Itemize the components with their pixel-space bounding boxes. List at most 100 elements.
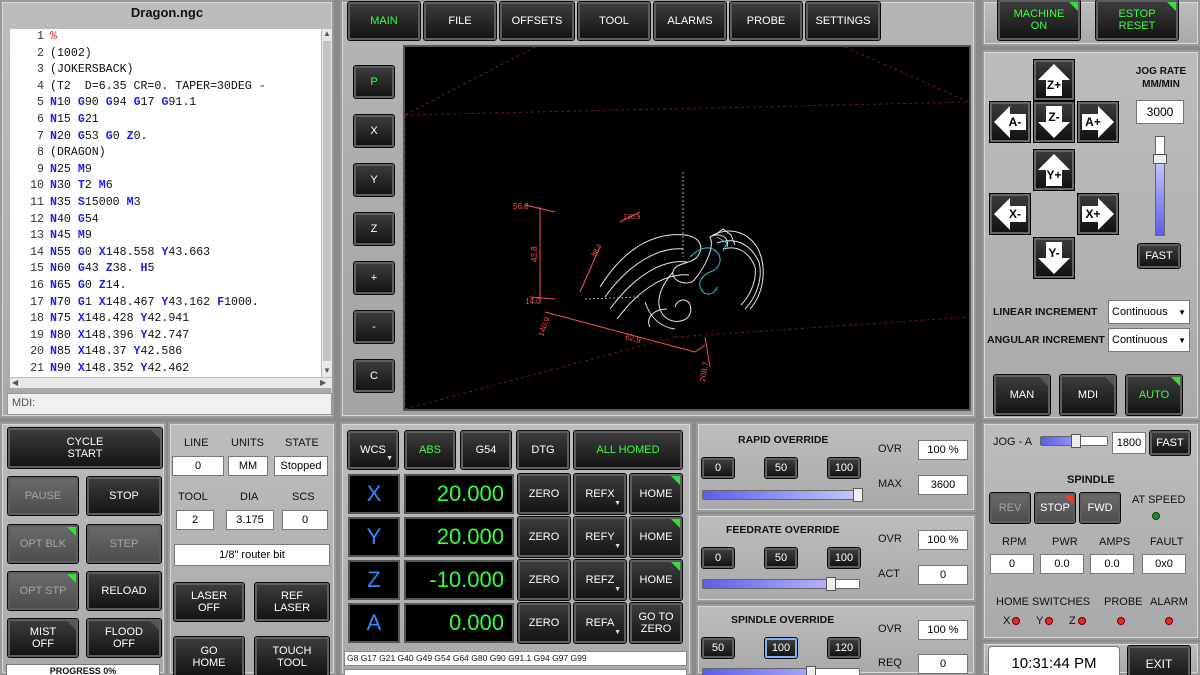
stop-button[interactable]: STOP	[86, 476, 162, 516]
mist-off-button[interactable]: MIST OFF	[7, 618, 79, 658]
opt-stp-button[interactable]: OPT STP	[7, 571, 79, 611]
exit-button[interactable]: EXIT	[1127, 645, 1191, 675]
machine-on-button[interactable]: MACHINE ON	[997, 0, 1081, 41]
jog-speed-knob[interactable]	[1153, 153, 1167, 164]
rapid-0-button[interactable]: 0	[701, 457, 735, 479]
home-y-button[interactable]: HOME	[629, 516, 683, 558]
ref-z-button[interactable]: REFZ ▼	[573, 559, 627, 601]
zero-y-button[interactable]: ZERO	[517, 516, 571, 558]
feed-0-button[interactable]: 0	[701, 547, 735, 569]
gcode-line[interactable]: 17 N70 G1 X148.467 Y43.162 F1000.	[10, 295, 321, 312]
slider-knob[interactable]	[826, 577, 837, 591]
gcode-line[interactable]: 12 N40 G54	[10, 212, 321, 229]
feed-50-button[interactable]: 50	[764, 547, 798, 569]
slider-knob[interactable]	[853, 488, 863, 502]
rapid-50-button[interactable]: 50	[764, 457, 798, 479]
gcode-line[interactable]: 16 N65 G0 Z14.	[10, 278, 321, 295]
gcode-line[interactable]: 14 N55 G0 X148.558 Y43.663	[10, 245, 321, 262]
scroll-right-icon[interactable]: ▶	[320, 378, 326, 387]
zero-a-button[interactable]: ZERO	[517, 602, 571, 644]
abs-button[interactable]: ABS	[404, 430, 456, 470]
tab-offsets[interactable]: OFFSETS	[499, 1, 575, 41]
cycle-start-button[interactable]: CYCLE START	[7, 427, 163, 469]
gcode-line[interactable]: 8 (DRAGON)	[10, 145, 321, 162]
spindle-rev-button[interactable]: REV	[989, 492, 1031, 524]
feedrate-override-slider[interactable]	[702, 577, 860, 591]
gcode-line[interactable]: 2 (1002)	[10, 46, 321, 63]
pause-button[interactable]: PAUSE	[7, 476, 79, 516]
tab-tool[interactable]: TOOL	[577, 1, 651, 41]
spindle-stop-button[interactable]: STOP	[1034, 492, 1076, 524]
go-to-zero-a-button[interactable]: GO TO ZERO	[629, 602, 683, 644]
gcode-line[interactable]: 13 N45 M9	[10, 228, 321, 245]
spindle-override-slider[interactable]	[702, 666, 860, 675]
g54-button[interactable]: G54	[460, 430, 512, 470]
gcode-line[interactable]: 1%	[10, 29, 321, 46]
gcode-line[interactable]: 10 N30 T2 M6	[10, 178, 321, 195]
home-z-button[interactable]: HOME	[629, 559, 683, 601]
z-minus-button[interactable]: Z-	[1033, 101, 1075, 143]
spindle-fwd-button[interactable]: FWD	[1079, 492, 1121, 524]
laser-off-button[interactable]: LASER OFF	[173, 582, 245, 622]
ref-x-button[interactable]: REFX ▼	[573, 473, 627, 515]
ref-laser-button[interactable]: REF LASER	[254, 582, 330, 622]
gcode-line[interactable]: 4 (T2 D=6.35 CR=0. TAPER=30DEG -	[10, 79, 321, 96]
feed-100-button[interactable]: 100	[827, 547, 861, 569]
gcode-line[interactable]: 9 N25 M9	[10, 162, 321, 179]
all-homed-button[interactable]: ALL HOMED	[573, 430, 683, 470]
rapid-override-slider[interactable]	[702, 488, 863, 502]
mode-mdi-button[interactable]: MDI	[1059, 374, 1117, 416]
zoom-out-button[interactable]: -	[353, 310, 395, 344]
gcode-line[interactable]: 18 N75 X148.428 Y42.941	[10, 311, 321, 328]
flood-off-button[interactable]: FLOOD OFF	[86, 618, 162, 658]
slider-knob[interactable]	[806, 666, 817, 675]
mode-man-button[interactable]: MAN	[993, 374, 1051, 416]
angular-increment-select[interactable]: Continuous ▼	[1108, 328, 1190, 352]
jog-rate-input[interactable]: 3000	[1136, 100, 1184, 124]
gcode-line[interactable]: 21 N90 X148.352 Y42.462	[10, 361, 321, 377]
jog-a-value[interactable]: 1800	[1112, 432, 1146, 454]
linear-increment-select[interactable]: Continuous ▼	[1108, 300, 1190, 324]
hscrollbar[interactable]: ◀ ▶	[10, 377, 332, 388]
view-z-button[interactable]: Z	[353, 212, 395, 246]
touch-tool-button[interactable]: TOUCH TOOL	[254, 636, 330, 675]
tab-main[interactable]: MAIN	[347, 1, 421, 41]
view-x-button[interactable]: X	[353, 114, 395, 148]
slider-knob[interactable]	[1071, 434, 1082, 448]
home-x-button[interactable]: HOME	[629, 473, 683, 515]
view-y-button[interactable]: Y	[353, 163, 395, 197]
scroll-thumb[interactable]	[323, 41, 331, 361]
jog-a-fast-button[interactable]: FAST	[1149, 430, 1191, 456]
mode-auto-button[interactable]: AUTO	[1125, 374, 1183, 416]
rapid-100-button[interactable]: 100	[827, 457, 861, 479]
scroll-up-icon[interactable]: ▲	[323, 29, 331, 38]
opt-blk-button[interactable]: OPT BLK	[7, 524, 79, 564]
clear-button[interactable]: C	[353, 359, 395, 393]
go-home-button[interactable]: GO HOME	[173, 636, 245, 675]
step-button[interactable]: STEP	[86, 524, 162, 564]
spindle-50-button[interactable]: 50	[701, 637, 735, 659]
gcode-line[interactable]: 20 N85 X148.37 Y42.586	[10, 344, 321, 361]
toolpath-preview[interactable]: 56.8 42.8 14.0 140.9 62.9 208.7 130.9 88…	[403, 45, 971, 411]
x-minus-button[interactable]: X-	[989, 193, 1031, 235]
a-minus-button[interactable]: A-	[989, 101, 1031, 143]
y-plus-button[interactable]: Y+	[1033, 149, 1075, 191]
jog-fast-button[interactable]: FAST	[1137, 243, 1181, 269]
ref-a-button[interactable]: REFA ▼	[573, 602, 627, 644]
scroll-down-icon[interactable]: ▼	[323, 366, 331, 375]
gcode-line[interactable]: 19 N80 X148.396 Y42.747	[10, 328, 321, 345]
gcode-line[interactable]: 5 N10 G90 G94 G17 G91.1	[10, 95, 321, 112]
zoom-in-button[interactable]: +	[353, 261, 395, 295]
dtg-button[interactable]: DTG	[516, 430, 570, 470]
tab-alarms[interactable]: ALARMS	[653, 1, 727, 41]
tab-settings[interactable]: SETTINGS	[805, 1, 881, 41]
scroll-left-icon[interactable]: ◀	[12, 378, 18, 387]
zero-x-button[interactable]: ZERO	[517, 473, 571, 515]
mdi-field[interactable]: MDI:	[7, 393, 332, 415]
gcode-line[interactable]: 11 N35 S15000 M3	[10, 195, 321, 212]
gcode-line[interactable]: 7 N20 G53 G0 Z0.	[10, 129, 321, 146]
gcode-listing[interactable]: 1% 2 (1002) 3 (JOKERSBACK) 4 (T2 D=6.35 CR=0. …	[10, 29, 321, 377]
spindle-100-button[interactable]: 100	[764, 637, 798, 659]
gcode-line[interactable]: 6 N15 G21	[10, 112, 321, 129]
a-plus-button[interactable]: A+	[1077, 101, 1119, 143]
